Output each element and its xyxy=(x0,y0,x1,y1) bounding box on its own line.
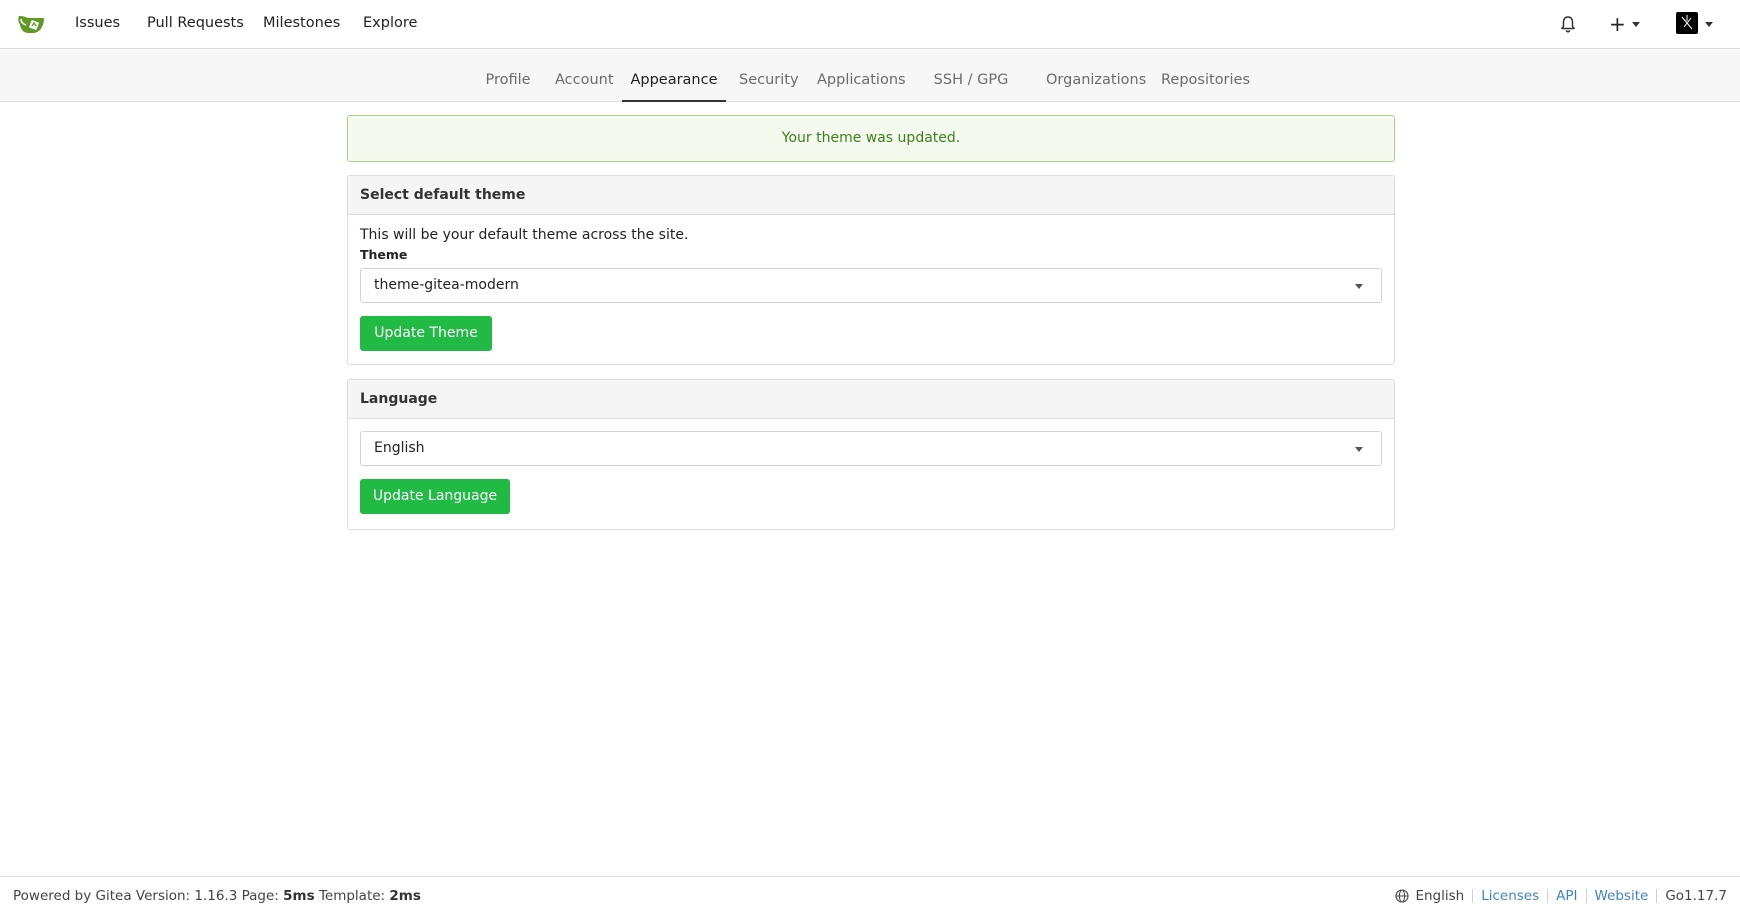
chevron-down-icon[interactable] xyxy=(1632,22,1640,27)
tab-organizations[interactable]: Organizations xyxy=(1046,49,1146,102)
tab-security[interactable]: Security xyxy=(739,49,799,102)
theme-panel-title: Select default theme xyxy=(348,176,1394,215)
footer-template-label: Template: xyxy=(318,888,386,904)
language-select-value: English xyxy=(374,440,425,456)
flash-success-message: Your theme was updated. xyxy=(347,115,1395,162)
theme-select-value: theme-gitea-modern xyxy=(374,277,519,293)
footer-page-time: 5ms xyxy=(283,888,315,904)
bell-icon[interactable] xyxy=(1558,14,1578,34)
footer-licenses-link[interactable]: Licenses xyxy=(1481,888,1539,904)
divider xyxy=(1547,889,1549,903)
theme-description: This will be your default theme across t… xyxy=(360,227,689,243)
divider xyxy=(1656,889,1658,903)
footer-template-time: 2ms xyxy=(389,888,421,904)
tab-appearance[interactable]: Appearance xyxy=(622,49,726,102)
theme-panel: Select default theme This will be your d… xyxy=(347,175,1395,365)
plus-icon[interactable]: + xyxy=(1609,12,1626,36)
theme-select[interactable]: theme-gitea-modern xyxy=(360,268,1382,303)
tab-repositories[interactable]: Repositories xyxy=(1161,49,1250,102)
tab-profile[interactable]: Profile xyxy=(484,49,532,102)
language-panel-title: Language xyxy=(348,380,1394,419)
footer: Powered by Gitea Version: 1.16.3 Page: 5… xyxy=(0,876,1740,912)
tab-applications[interactable]: Applications xyxy=(817,49,906,102)
nav-milestones[interactable]: Milestones xyxy=(263,15,340,31)
chevron-down-icon[interactable] xyxy=(1705,22,1713,27)
avatar[interactable] xyxy=(1676,12,1698,34)
footer-website-link[interactable]: Website xyxy=(1595,888,1649,904)
chevron-down-icon xyxy=(1355,284,1363,289)
footer-go-version: Go1.17.7 xyxy=(1665,888,1727,904)
language-panel: Language English Update Language xyxy=(347,379,1395,530)
update-language-button[interactable]: Update Language xyxy=(360,479,510,514)
tab-account[interactable]: Account xyxy=(555,49,614,102)
nav-explore[interactable]: Explore xyxy=(363,15,417,31)
update-theme-button[interactable]: Update Theme xyxy=(360,316,492,351)
language-select[interactable]: English xyxy=(360,431,1382,466)
theme-field-label: Theme xyxy=(360,247,408,262)
chevron-down-icon xyxy=(1355,447,1363,452)
footer-links: English Licenses API Website Go1.17.7 xyxy=(1395,888,1727,904)
nav-pull-requests[interactable]: Pull Requests xyxy=(147,15,244,31)
gitea-logo-icon[interactable] xyxy=(17,12,47,36)
footer-api-link[interactable]: API xyxy=(1556,888,1577,904)
divider xyxy=(1472,889,1474,903)
footer-language-switcher[interactable]: English xyxy=(1415,888,1464,904)
footer-powered-by: Powered by Gitea Version: 1.16.3 Page: xyxy=(13,888,279,904)
top-navbar: Issues Pull Requests Milestones Explore … xyxy=(0,0,1740,49)
globe-icon[interactable] xyxy=(1395,889,1410,903)
settings-tabs: Profile Account Appearance Security Appl… xyxy=(0,49,1740,150)
divider xyxy=(1585,889,1587,903)
footer-version-info: Powered by Gitea Version: 1.16.3 Page: 5… xyxy=(13,888,421,904)
tab-ssh-gpg-keys[interactable]: SSH / GPG Keys xyxy=(922,49,1020,150)
nav-issues[interactable]: Issues xyxy=(75,15,120,31)
